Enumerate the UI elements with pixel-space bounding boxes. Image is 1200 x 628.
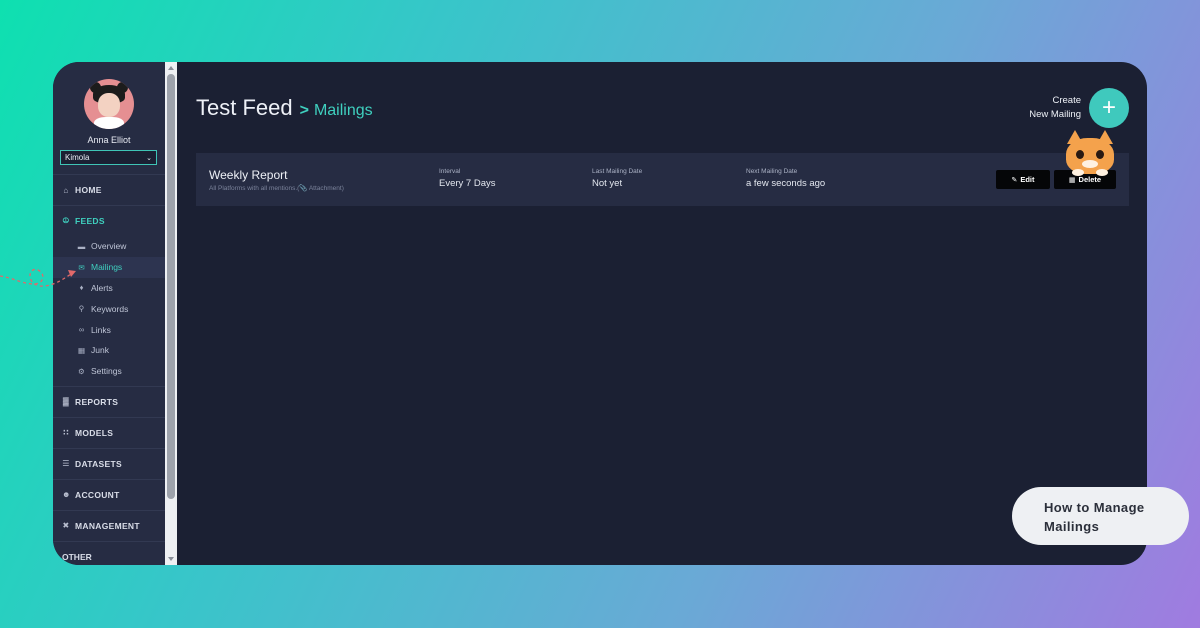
subnav-item-label: Junk <box>91 345 109 356</box>
last-mailing-column: Last Mailing Date Not yet <box>592 168 642 189</box>
interval-column: Interval Every 7 Days <box>439 168 496 189</box>
nav-reports-label: REPORTS <box>75 396 119 407</box>
user-name: Anna Elliot <box>87 135 131 145</box>
trash-icon: ▦ <box>1068 176 1076 184</box>
feeds-icon: ⦹ <box>62 216 70 225</box>
subnav-item-label: Overview <box>91 241 127 252</box>
mailing-row: Weekly Report All Platforms with all men… <box>196 153 1129 206</box>
workspace-select[interactable]: Kimola ⌄ <box>60 150 157 165</box>
subnav-item-overview[interactable]: ▬ Overview <box>53 236 165 257</box>
nav-management[interactable]: ✖ MANAGEMENT <box>53 509 165 541</box>
feed-title[interactable]: Test Feed <box>196 95 293 121</box>
sidebar-scrollbar[interactable] <box>165 62 177 565</box>
subnav-item-label: Keywords <box>91 303 129 314</box>
workspace-select-value: Kimola <box>65 153 90 162</box>
subnav-item-settings[interactable]: ⚙ Settings <box>53 361 165 382</box>
app-window: Anna Elliot Kimola ⌄ ⌂ HOME ⦹ FEEDS ▬ Ov… <box>53 62 1147 565</box>
scroll-up-icon[interactable] <box>168 66 174 70</box>
last-mailing-value: Not yet <box>592 178 623 189</box>
tools-icon: ✖ <box>62 521 70 531</box>
datasets-icon: ☰ <box>62 459 70 469</box>
subnav-item-label: Alerts <box>91 282 113 293</box>
how-to-badge: How to Manage Mailings <box>1012 487 1189 545</box>
subnav-item-keywords[interactable]: ⚲ Keywords <box>53 298 165 319</box>
interval-label: Interval <box>439 168 461 175</box>
chevron-down-icon: ⌄ <box>146 154 152 162</box>
create-mailing-label: Create New Mailing <box>1029 94 1081 122</box>
account-icon: ☻ <box>62 490 71 500</box>
subnav-item-label: Mailings <box>91 262 123 273</box>
subnav-item-junk[interactable]: ▦ Junk <box>53 340 165 361</box>
nav-models[interactable]: ∷ MODELS <box>53 416 165 448</box>
home-icon: ⌂ <box>63 185 69 195</box>
nav-other[interactable]: OTHER <box>53 540 165 562</box>
next-mailing-column: Next Mailing Date a few seconds ago <box>746 168 825 189</box>
breadcrumb-separator: > <box>299 102 309 119</box>
nav-account-label: ACCOUNT <box>75 489 120 500</box>
nav-home[interactable]: ⌂ HOME <box>53 174 165 205</box>
sidebar: Anna Elliot Kimola ⌄ ⌂ HOME ⦹ FEEDS ▬ Ov… <box>53 62 165 565</box>
edit-label: Edit <box>1020 175 1035 184</box>
nav-feeds-label: FEEDS <box>75 216 105 226</box>
scrollbar-thumb[interactable] <box>167 74 175 499</box>
subnav-item-label: Links <box>91 324 111 335</box>
feeds-subnav: ▬ Overview ✉ Mailings ♦ Alerts ⚲ Keyword… <box>53 236 165 386</box>
page-title: Test Feed > Mailings <box>196 95 373 121</box>
mailing-description: All Platforms with all mentions.(📎 Attac… <box>209 185 344 192</box>
bar-chart-icon: ▓ <box>62 397 70 407</box>
create-mailing-button[interactable]: Create New Mailing + <box>1029 88 1129 128</box>
mailing-name: Weekly Report <box>209 168 288 182</box>
last-mailing-label: Last Mailing Date <box>592 168 643 175</box>
next-mailing-label: Next Mailing Date <box>746 168 798 175</box>
nav-datasets-label: DATASETS <box>75 458 122 469</box>
main-content: Test Feed > Mailings Create New Mailing … <box>177 62 1147 565</box>
how-to-line1: How to Manage <box>1044 500 1145 515</box>
create-label-line1: Create <box>1052 95 1081 106</box>
plus-icon[interactable]: + <box>1089 88 1129 128</box>
nav-home-label: HOME <box>75 185 102 195</box>
next-mailing-value: a few seconds ago <box>746 178 826 189</box>
scroll-down-icon[interactable] <box>168 557 174 561</box>
nav-account[interactable]: ☻ ACCOUNT <box>53 478 165 510</box>
edit-button[interactable]: ✎ Edit <box>996 170 1050 189</box>
nav-reports[interactable]: ▓ REPORTS <box>53 385 165 417</box>
cat-mascot-icon <box>1064 130 1116 176</box>
pointer-arrow-icon <box>0 268 76 287</box>
nav-models-label: MODELS <box>75 427 114 438</box>
key-icon: ⚲ <box>78 304 85 314</box>
subnav-item-label: Settings <box>91 366 122 377</box>
avatar[interactable] <box>84 79 134 129</box>
breadcrumb: Mailings <box>313 102 373 119</box>
models-icon: ∷ <box>63 428 69 438</box>
interval-value: Every 7 Days <box>439 178 496 189</box>
nav-feeds[interactable]: ⦹ FEEDS <box>53 205 165 236</box>
link-icon: ∞ <box>78 325 85 335</box>
delete-label: Delete <box>1078 175 1102 184</box>
edit-icon: ✎ <box>1011 176 1018 184</box>
trash-icon: ▦ <box>77 345 86 355</box>
nav-datasets[interactable]: ☰ DATASETS <box>53 447 165 479</box>
overview-icon: ▬ <box>77 241 86 251</box>
gear-icon: ⚙ <box>78 366 85 376</box>
how-to-line2: Mailings <box>1044 519 1100 534</box>
nav-management-label: MANAGEMENT <box>75 520 140 531</box>
subnav-item-links[interactable]: ∞ Links <box>53 319 165 340</box>
create-label-line2: New Mailing <box>1029 109 1081 120</box>
